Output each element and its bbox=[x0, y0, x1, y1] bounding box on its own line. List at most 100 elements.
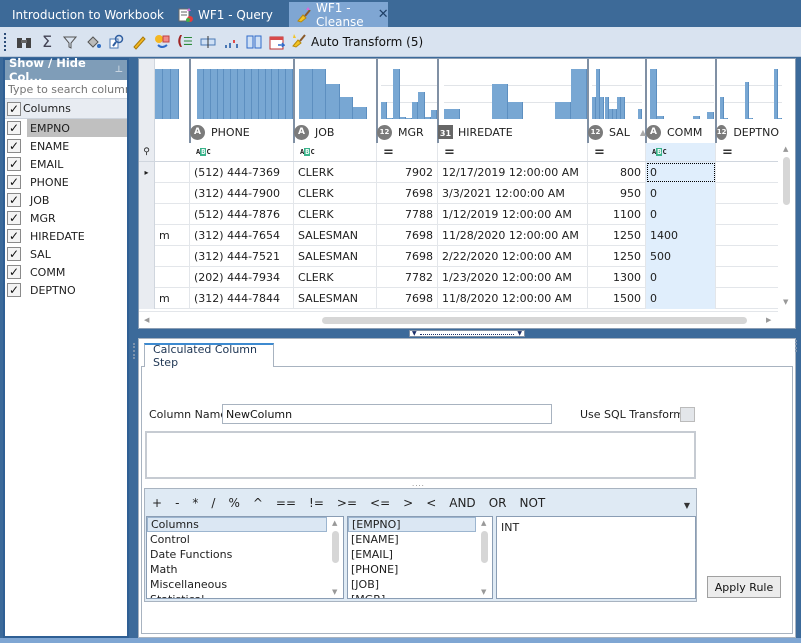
filter-cell-comm[interactable]: ABC bbox=[646, 143, 716, 161]
column-toggle-deptno[interactable]: ✓ DEPTNO bbox=[5, 281, 127, 299]
cell-sal[interactable]: 1250 bbox=[588, 246, 646, 267]
cell-deptno[interactable] bbox=[716, 288, 779, 309]
cell-hiredate[interactable]: 1/23/2020 12:00:00 AM bbox=[438, 267, 588, 288]
cell-deptno[interactable] bbox=[716, 162, 779, 183]
operator-button[interactable]: != bbox=[309, 496, 324, 510]
cell-hiredate[interactable]: 3/3/2021 12:00:00 AM bbox=[438, 183, 588, 204]
cell-deptno[interactable] bbox=[716, 204, 779, 225]
cell-job[interactable]: CLERK bbox=[294, 204, 377, 225]
columns-select-all[interactable]: ✓ Columns bbox=[5, 99, 127, 119]
filter-icon[interactable] bbox=[59, 31, 81, 53]
column-header-mgr[interactable]: 12 MGR bbox=[377, 121, 438, 143]
category-list[interactable]: Columns Control Date Functions Math Miscella… bbox=[146, 516, 344, 599]
cell-hiredate[interactable]: 1/12/2019 12:00:00 AM bbox=[438, 204, 588, 225]
operator-button[interactable]: * bbox=[192, 496, 198, 510]
cell-job[interactable]: SALESMAN bbox=[294, 288, 377, 309]
cell-sal[interactable]: 950 bbox=[588, 183, 646, 204]
operator-button[interactable]: > bbox=[403, 496, 413, 510]
cell-comm[interactable]: 0 bbox=[646, 267, 716, 288]
column-toggle-hiredate[interactable]: ✓ HIREDATE bbox=[5, 227, 127, 245]
textbox-icon[interactable] bbox=[197, 31, 219, 53]
row-indicator[interactable] bbox=[139, 288, 155, 309]
column-checkbox[interactable]: ✓ bbox=[7, 265, 21, 279]
column-checkbox[interactable]: ✓ bbox=[7, 211, 21, 225]
table-row[interactable]: (312) 444-7521 SALESMAN 7698 2/22/2020 12:0… bbox=[139, 246, 779, 267]
column-header-job[interactable]: A JOB bbox=[294, 121, 377, 143]
column-toggle-job[interactable]: ✓ JOB bbox=[5, 191, 127, 209]
category-item[interactable]: Miscellaneous bbox=[147, 577, 327, 592]
swap-icon[interactable] bbox=[151, 31, 173, 53]
row-indicator[interactable]: ▸ bbox=[139, 162, 155, 183]
column-toggle-sal[interactable]: ✓ SAL bbox=[5, 245, 127, 263]
cell-phone[interactable]: (512) 444-7876 bbox=[190, 204, 294, 225]
category-item[interactable]: Columns bbox=[147, 517, 327, 532]
pin-icon[interactable]: ⊥ bbox=[115, 65, 123, 75]
field-item[interactable]: [EMAIL] bbox=[348, 547, 476, 562]
cell-sal[interactable]: 800 bbox=[588, 162, 646, 183]
tab-calculated-column-step[interactable]: Calculated Column Step bbox=[144, 343, 274, 369]
field-item[interactable]: [EMPNO] bbox=[348, 517, 476, 532]
right-grip[interactable] bbox=[795, 340, 798, 352]
calendar-icon[interactable] bbox=[266, 31, 288, 53]
row-indicator[interactable] bbox=[139, 183, 155, 204]
cell-hidden[interactable]: m bbox=[155, 288, 190, 309]
field-list[interactable]: [EMPNO][ENAME][EMAIL][PHONE][JOB][MGR] ▲… bbox=[347, 516, 493, 599]
cell-sal[interactable]: 1250 bbox=[588, 225, 646, 246]
bar-small-icon[interactable] bbox=[220, 31, 242, 53]
cell-job[interactable]: SALESMAN bbox=[294, 225, 377, 246]
column-toggle-mgr[interactable]: ✓ MGR bbox=[5, 209, 127, 227]
cell-phone[interactable]: (312) 444-7844 bbox=[190, 288, 294, 309]
column-checkbox[interactable]: ✓ bbox=[7, 247, 21, 261]
filter-cell-deptno[interactable]: = bbox=[716, 143, 779, 161]
operator-button[interactable]: >= bbox=[337, 496, 357, 510]
panel-splitter[interactable]: ▼ ▼ bbox=[409, 330, 525, 337]
tab-introduction-to-workbook[interactable]: Introduction to Workbook bbox=[2, 2, 174, 27]
filter-cell-job[interactable]: ABC bbox=[294, 143, 377, 161]
split-columns-icon[interactable] bbox=[243, 31, 265, 53]
scroll-down-icon[interactable]: ▼ bbox=[783, 298, 788, 306]
table-row[interactable]: m (312) 444-7844 SALESMAN 7698 11/8/2020 12:… bbox=[139, 288, 779, 309]
cell-sal[interactable]: 1500 bbox=[588, 288, 646, 309]
apply-rule-button[interactable]: Apply Rule bbox=[707, 576, 781, 598]
column-toggle-ename[interactable]: ✓ ENAME bbox=[5, 137, 127, 155]
tab-wf1-cleanse[interactable]: WF1 - Cleanse ✕ bbox=[289, 1, 389, 29]
row-indicator[interactable] bbox=[139, 204, 155, 225]
cell-phone[interactable]: (202) 444-7934 bbox=[190, 267, 294, 288]
column-toggle-email[interactable]: ✓ EMAIL bbox=[5, 155, 127, 173]
cell-sal[interactable]: 1100 bbox=[588, 204, 646, 225]
cell-deptno[interactable] bbox=[716, 267, 779, 288]
cell-mgr[interactable]: 7902 bbox=[377, 162, 438, 183]
category-item[interactable]: Control bbox=[147, 532, 327, 547]
field-item[interactable]: [ENAME] bbox=[348, 532, 476, 547]
field-item[interactable]: [JOB] bbox=[348, 577, 476, 592]
cell-job[interactable]: CLERK bbox=[294, 183, 377, 204]
filter-cell-phone[interactable]: ABC bbox=[190, 143, 294, 161]
column-header-deptno[interactable]: 12 DEPTNO bbox=[716, 121, 779, 143]
cell-job[interactable]: CLERK bbox=[294, 267, 377, 288]
auto-transform-button[interactable]: Auto Transform (5) bbox=[291, 32, 423, 51]
paint-bucket-icon[interactable] bbox=[82, 31, 104, 53]
pin-icon[interactable]: ⚲ bbox=[139, 143, 155, 161]
column-search-input[interactable] bbox=[8, 82, 127, 96]
row-indicator[interactable] bbox=[139, 246, 155, 267]
cell-mgr[interactable]: 7788 bbox=[377, 204, 438, 225]
filter-cell-hiredate[interactable]: = bbox=[438, 143, 588, 161]
cell-hidden[interactable] bbox=[155, 183, 190, 204]
column-toggle-comm[interactable]: ✓ COMM bbox=[5, 263, 127, 281]
use-sql-transforms-checkbox[interactable] bbox=[680, 407, 695, 422]
cell-phone[interactable]: (312) 444-7900 bbox=[190, 183, 294, 204]
cell-job[interactable]: CLERK bbox=[294, 162, 377, 183]
cell-deptno[interactable] bbox=[716, 183, 779, 204]
filter-cell-sal[interactable]: = bbox=[588, 143, 646, 161]
cell-comm[interactable]: 500 bbox=[646, 246, 716, 267]
cell-hidden[interactable]: m bbox=[155, 225, 190, 246]
cell-phone[interactable]: (512) 444-7369 bbox=[190, 162, 294, 183]
cell-phone[interactable]: (312) 444-7521 bbox=[190, 246, 294, 267]
binoculars-icon[interactable] bbox=[13, 31, 35, 53]
vertical-scrollbar[interactable]: ▲ ▼ bbox=[778, 143, 795, 313]
scroll-up-icon[interactable]: ▲ bbox=[783, 145, 788, 153]
cell-mgr[interactable]: 7698 bbox=[377, 225, 438, 246]
field-item[interactable]: [MGR] bbox=[348, 592, 476, 598]
operator-button[interactable]: ^ bbox=[253, 496, 263, 510]
cell-hiredate[interactable]: 12/17/2019 12:00:00 AM bbox=[438, 162, 588, 183]
